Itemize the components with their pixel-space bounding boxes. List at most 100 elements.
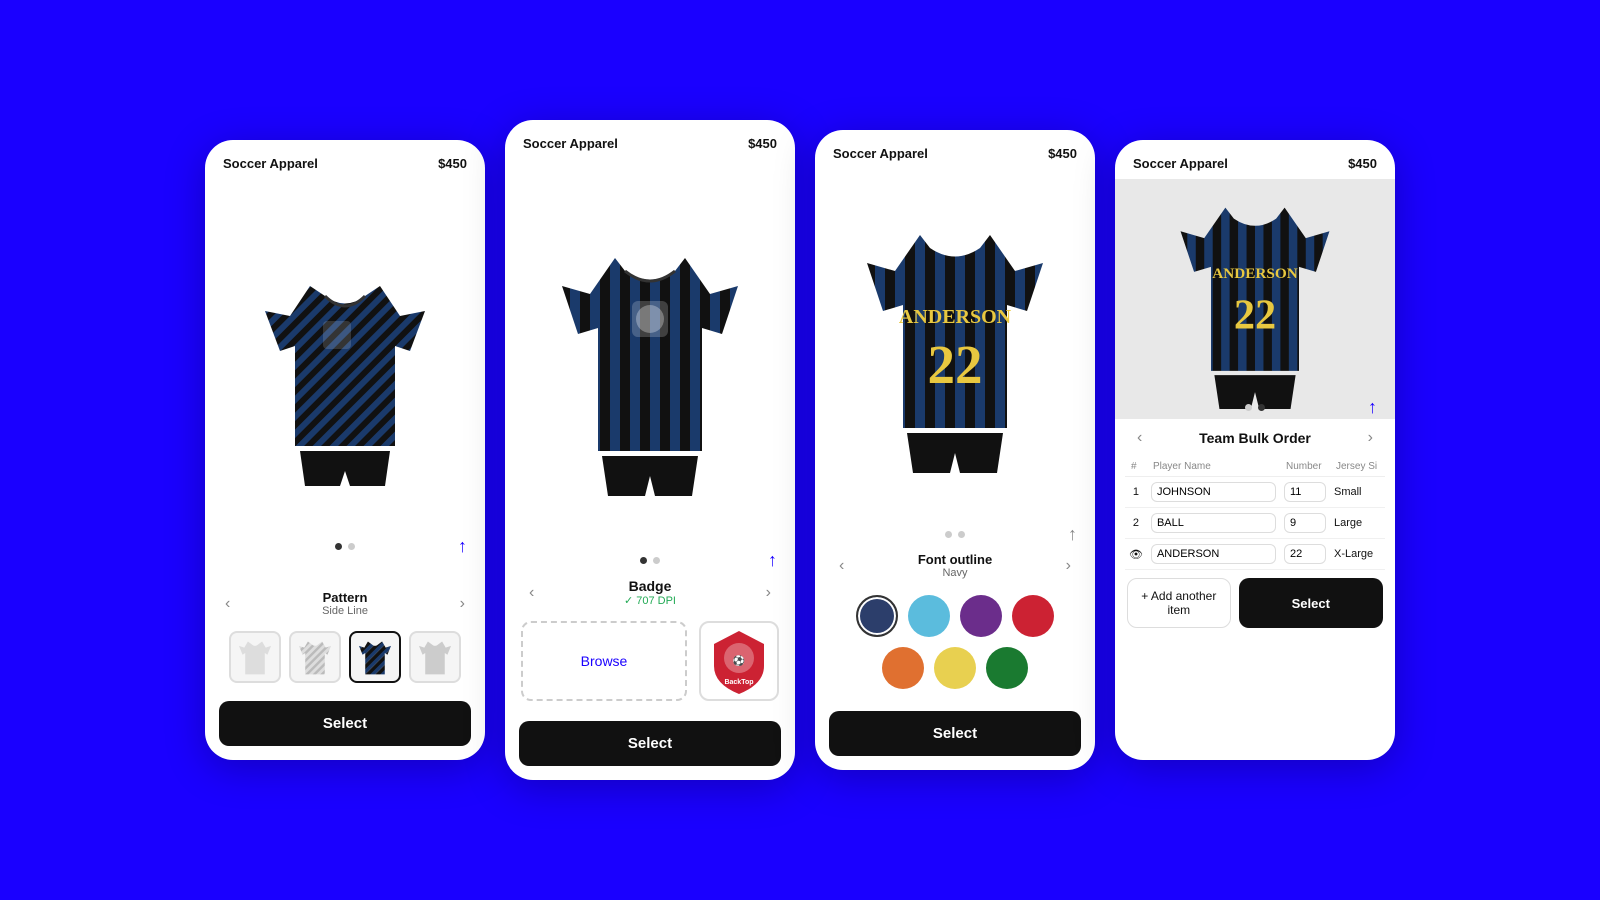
select-button-p4[interactable]: Select (1239, 578, 1383, 628)
phone-1-nav-label: Pattern Side Line (322, 590, 368, 617)
table-row: 1 Small (1125, 477, 1385, 508)
jersey-front-p1 (255, 266, 435, 486)
phone-1-image-area: ↑ (205, 179, 485, 562)
select-button-p2[interactable]: Select (519, 721, 781, 766)
row-3-number-input[interactable] (1284, 544, 1326, 564)
row-1-name-input[interactable] (1151, 482, 1276, 502)
badge-image: ⚽ BackTop (704, 626, 774, 696)
browse-label[interactable]: Browse (581, 653, 628, 669)
svg-text:22: 22 (1234, 292, 1276, 339)
phone-4-header: Soccer Apparel $450 (1115, 140, 1395, 179)
jersey-back-p3: ANDERSON 22 (855, 213, 1055, 503)
add-another-btn[interactable]: + Add another item (1127, 578, 1231, 628)
upload-box[interactable]: Browse (521, 621, 687, 701)
color-navy[interactable] (856, 595, 898, 637)
font-outline-sub: Navy (918, 567, 992, 579)
dot-p3-2 (958, 531, 965, 538)
color-green[interactable] (986, 647, 1028, 689)
phone-1-dots: ↑ (205, 535, 485, 554)
prev-btn-p1[interactable]: ‹ (217, 591, 238, 617)
badge-preview: ⚽ BackTop (699, 621, 779, 701)
table-row: 👁 X-Large (1125, 539, 1385, 570)
phone-3-nav-label: Font outline Navy (918, 552, 992, 579)
bulk-title: Team Bulk Order (1199, 430, 1311, 446)
dot-p4-1 (1245, 404, 1252, 411)
prev-btn-p4[interactable]: ‹ (1129, 425, 1150, 451)
col-name-header: Player Name (1147, 457, 1280, 477)
jersey-back-p4: ANDERSON 22 (1165, 189, 1345, 409)
prev-btn-p3[interactable]: ‹ (831, 553, 852, 579)
row-2-num: 2 (1125, 508, 1147, 539)
color-red[interactable] (1012, 595, 1054, 637)
row-1-name (1147, 477, 1280, 508)
row-1-number (1280, 477, 1330, 508)
dot-p4-2 (1258, 404, 1265, 411)
thumb-4[interactable] (409, 631, 461, 683)
dot-p3-1 (945, 531, 952, 538)
phone-1-title: Soccer Apparel (223, 156, 318, 171)
phone-3-price: $450 (1048, 146, 1077, 161)
badge-upload-area: Browse ⚽ BackTop (505, 609, 795, 713)
bulk-order-nav: ‹ Team Bulk Order › (1115, 419, 1395, 457)
row-3-name (1147, 539, 1280, 570)
color-orange[interactable] (882, 647, 924, 689)
phone-3-dots: ↑ (815, 531, 1095, 538)
phone-2-header: Soccer Apparel $450 (505, 120, 795, 159)
phone-4: Soccer Apparel $450 ANDERSON 22 ↑ (1115, 140, 1395, 760)
row-1-number-input[interactable] (1284, 482, 1326, 502)
row-2-name-input[interactable] (1151, 513, 1276, 533)
pattern-sub: Side Line (322, 605, 368, 617)
row-2-number-input[interactable] (1284, 513, 1326, 533)
check-icon: ✓ (624, 594, 633, 607)
phone-4-title: Soccer Apparel (1133, 156, 1228, 171)
share-icon-p3[interactable]: ↑ (1068, 524, 1077, 545)
phone-4-image-area: ANDERSON 22 ↑ (1115, 179, 1395, 419)
row-3-name-input[interactable] (1151, 544, 1276, 564)
col-size-header: Jersey Si (1330, 457, 1385, 477)
thumb-2[interactable] (289, 631, 341, 683)
row-2-name (1147, 508, 1280, 539)
add-select-row: + Add another item Select (1115, 570, 1395, 642)
row-1-num: 1 (1125, 477, 1147, 508)
row-3-size: X-Large (1330, 539, 1385, 570)
phone-2-price: $450 (748, 136, 777, 151)
badge-label: Badge (624, 578, 676, 594)
phone-3-header: Soccer Apparel $450 (815, 130, 1095, 169)
jersey-front-p2 (550, 236, 750, 496)
thumb-1[interactable] (229, 631, 281, 683)
badge-sub: ✓ 707 DPI (624, 594, 676, 607)
row-1-size: Small (1330, 477, 1385, 508)
next-btn-p2[interactable]: › (758, 580, 779, 606)
share-icon[interactable]: ↑ (458, 536, 467, 557)
phone-1-header: Soccer Apparel $450 (205, 140, 485, 179)
colors-row (815, 581, 1095, 703)
next-btn-p3[interactable]: › (1058, 553, 1079, 579)
pattern-label: Pattern (322, 590, 368, 605)
next-btn-p1[interactable]: › (452, 591, 473, 617)
order-table-container: # Player Name Number Jersey Si 1 Small 2 (1115, 457, 1395, 570)
phone-2-nav: ‹ Badge ✓ 707 DPI › (505, 572, 795, 609)
share-icon-p4[interactable]: ↑ (1368, 397, 1377, 418)
share-icon-p2[interactable]: ↑ (768, 550, 777, 571)
color-yellow[interactable] (934, 647, 976, 689)
color-sky-blue[interactable] (908, 595, 950, 637)
table-row: 2 Large (1125, 508, 1385, 539)
phone-2-image-area: ↑ (505, 159, 795, 572)
dot-2 (348, 543, 355, 550)
dot-p2-1 (640, 557, 647, 564)
thumb-3[interactable] (349, 631, 401, 683)
phone-1-nav: ‹ Pattern Side Line › (205, 562, 485, 621)
select-button-p3[interactable]: Select (829, 711, 1081, 756)
phone-2-title: Soccer Apparel (523, 136, 618, 151)
next-btn-p4[interactable]: › (1360, 425, 1381, 451)
row-3-edit[interactable]: 👁 (1125, 539, 1147, 570)
svg-text:ANDERSON: ANDERSON (899, 306, 1012, 328)
color-purple[interactable] (960, 595, 1002, 637)
order-table: # Player Name Number Jersey Si 1 Small 2 (1125, 457, 1385, 570)
phone-4-price: $450 (1348, 156, 1377, 171)
dot-1 (335, 543, 342, 550)
phone-3-image-area: ANDERSON 22 ↑ (815, 169, 1095, 546)
select-button-p1[interactable]: Select (219, 701, 471, 746)
prev-btn-p2[interactable]: ‹ (521, 580, 542, 606)
col-num-header: # (1125, 457, 1147, 477)
